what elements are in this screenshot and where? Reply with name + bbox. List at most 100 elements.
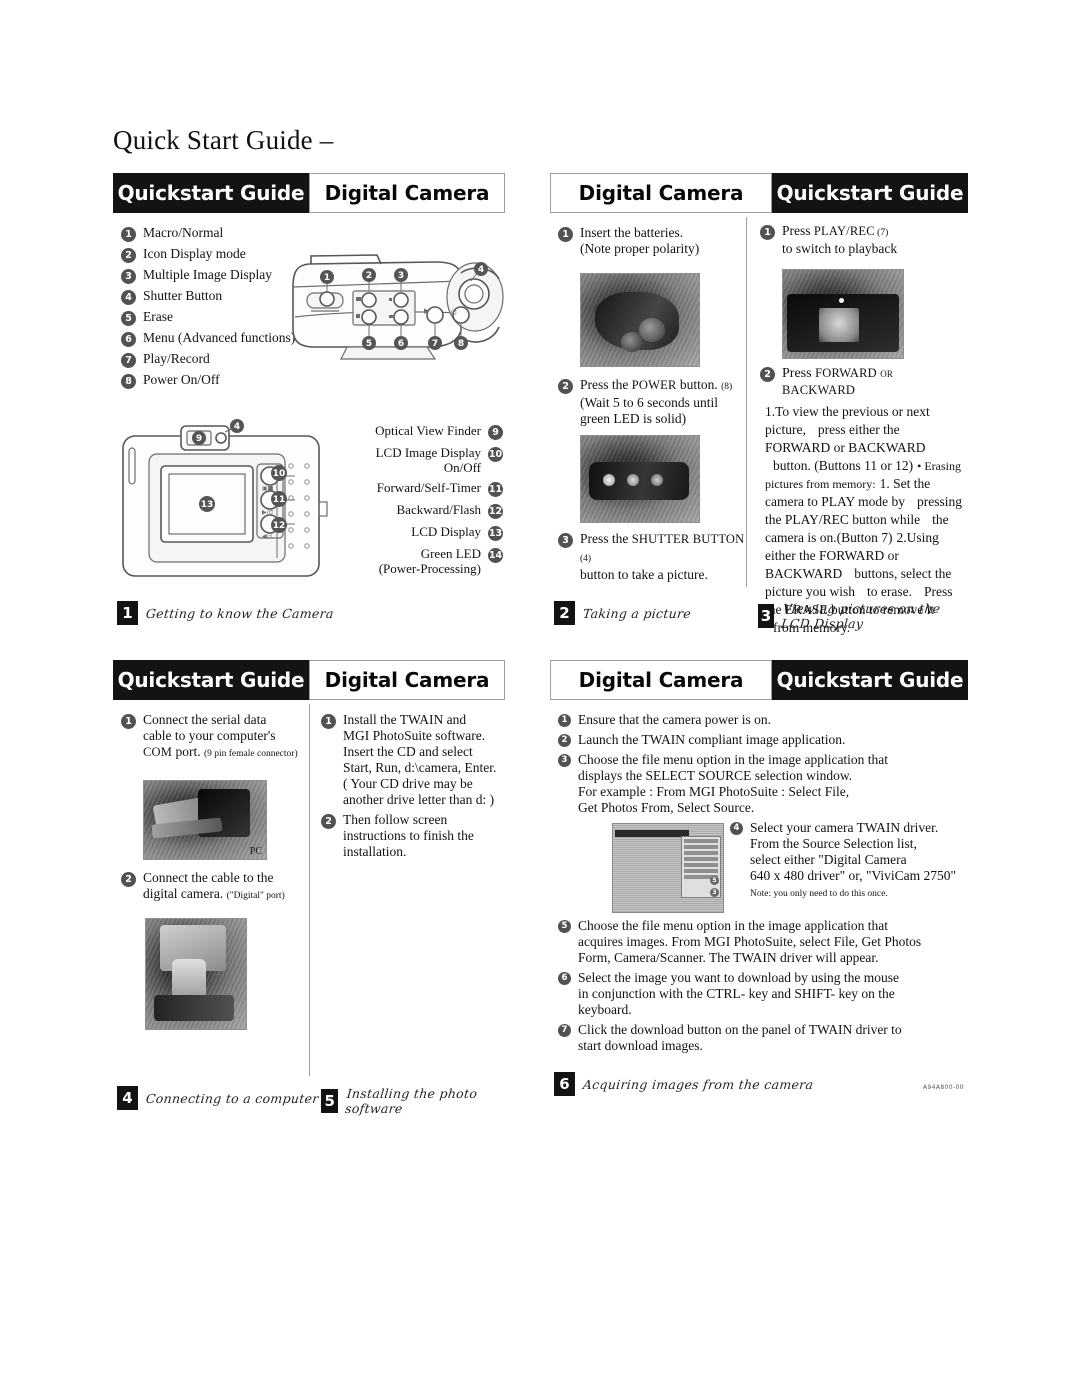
step-line: displays the SELECT SOURCE selection win…	[578, 768, 853, 783]
step-line: start download images.	[578, 1038, 703, 1053]
panel23-header: Digital Camera Quickstart Guide	[550, 173, 968, 213]
step-line: Choose the file menu option in the image…	[578, 918, 889, 933]
bullet-number: 4	[730, 822, 743, 835]
svg-text:4: 4	[478, 265, 484, 275]
step-line-3-smallcaps: COM	[143, 745, 173, 759]
step-line: 640 x 480 driver" or, "ViviCam 2750"	[750, 868, 957, 883]
thumb-badge: 3	[710, 888, 719, 897]
panel4-step2: 2 Connect the cable to the digital camer…	[121, 870, 307, 908]
panel-caption-text: Connecting to a computer	[145, 1090, 320, 1106]
svg-text:▣■: ▣■	[262, 485, 274, 492]
photo-serial-cable-to-pc: PC	[143, 780, 267, 860]
bullet-number: 1	[558, 714, 571, 727]
step-line: ( Your CD drive may be	[343, 776, 473, 791]
step-line-3-mid: port.	[172, 744, 204, 759]
svg-text:12: 12	[273, 521, 286, 531]
panel6-steps: 1 Ensure that the camera power is on. 2 …	[558, 712, 962, 820]
list-item: 2 Press the POWER button. (8) (Wait 5 to…	[558, 377, 746, 427]
step-line: Form, Camera/Scanner. The TWAIN driver w…	[578, 950, 879, 965]
panel3-step1: 1 Press PLAY/REC (7) to switch to playba…	[760, 223, 960, 261]
panel1-brand-product: Digital Camera	[309, 173, 505, 213]
bullet-number: 6	[121, 332, 136, 347]
panel45-brand-product: Digital Camera	[309, 660, 505, 700]
step-line-1-pre: Press the	[580, 377, 632, 392]
page-title: Quick Start Guide –	[113, 125, 334, 155]
step-line: Install the TWAIN and	[343, 712, 467, 727]
step-note: Note: you only need to do this once.	[750, 889, 888, 899]
panel-getting-to-know-the-camera: Quickstart Guide Digital Camera 1 Macro/N…	[113, 173, 505, 633]
step-line-2: to switch to playback	[782, 241, 898, 256]
svg-text:1: 1	[324, 273, 330, 283]
panel-caption-text: Viewing pictures on the LCD Display	[780, 601, 942, 631]
list-item-label: Macro/Normal	[143, 225, 224, 240]
svg-text:2: 2	[366, 271, 372, 281]
step-line: Start, Run, d:\camera, Enter.	[343, 760, 497, 775]
list-item: 7 Click the download button on the panel…	[558, 1022, 962, 1054]
list-item-label: Optical View Finder	[375, 423, 481, 438]
step-line: Select your camera TWAIN driver.	[750, 820, 939, 835]
panel-caption-text: Installing the photo software	[344, 1086, 479, 1116]
panel-number-badge: 6	[554, 1072, 575, 1096]
step-line: instructions to finish the	[343, 828, 474, 843]
list-item: 3 Choose the file menu option in the ima…	[558, 752, 962, 816]
bullet-number: 9	[488, 425, 503, 440]
bullet-number: 2	[558, 379, 573, 394]
list-item-label: LCD Display	[411, 524, 481, 539]
svg-text:6: 6	[398, 339, 404, 349]
bullet-number: 2	[121, 248, 136, 263]
panel3-caption: 3 Viewing pictures on the LCD Display	[758, 601, 968, 631]
list-item: LCD Display 13	[308, 524, 503, 541]
list-item: 2 Launch the TWAIN compliant image appli…	[558, 732, 962, 748]
panel2-caption: 2 Taking a picture	[554, 601, 692, 625]
panel45-header: Quickstart Guide Digital Camera	[113, 660, 505, 700]
panel2-steps: 1 Insert the batteries. (Note proper pol…	[558, 225, 740, 261]
list-item: Optical View Finder 9	[308, 423, 503, 440]
list-item: 1 Install the TWAIN and MGI PhotoSuite s…	[321, 712, 501, 808]
list-item: 4 Select your camera TWAIN driver. From …	[730, 820, 962, 902]
list-item-label: Choose the file menu option in the image…	[578, 752, 888, 816]
step-line-1-smallcaps: PLAY/REC	[813, 224, 875, 238]
step-line-1-post: button.	[676, 377, 722, 392]
list-item-label: Press the SHUTTER BUTTON (4) button to t…	[580, 531, 746, 583]
svg-text:◀/⚡: ◀/⚡	[262, 533, 273, 540]
svg-text:9: 9	[196, 434, 202, 444]
scanned-quickstart-sheet: Quickstart Guide Digital Camera 1 Macro/N…	[113, 173, 968, 1118]
panel3-step2: 2 Press FORWARD or BACKWARD 1.To view th…	[760, 365, 965, 637]
panel6-header: Digital Camera Quickstart Guide	[550, 660, 968, 700]
screenshot-select-source-menu: 5 3	[612, 823, 724, 913]
panel1-header: Quickstart Guide Digital Camera	[113, 173, 505, 213]
list-item-label: Menu (Advanced functions)	[143, 330, 296, 345]
list-item-label: Backward/Flash	[396, 502, 481, 517]
step-line: Insert the CD and select	[343, 744, 473, 759]
list-item-label: Green LED (Power-Processing)	[378, 546, 481, 576]
step-line-2: button to take a picture.	[580, 567, 708, 582]
bullet-number: 1	[121, 714, 136, 729]
bullet-number: 1	[760, 225, 775, 240]
list-item: 6 Select the image you want to download …	[558, 970, 962, 1018]
list-item: Backward/Flash 12	[308, 502, 503, 519]
panel-caption-text: Getting to know the Camera	[145, 605, 335, 621]
panel-caption-text: Taking a picture	[582, 605, 692, 621]
list-item: 2 Connect the cable to the digital camer…	[121, 870, 307, 904]
photo-press-power-button	[580, 435, 700, 523]
list-item-label: Press PLAY/REC (7) to switch to playback	[782, 223, 897, 257]
svg-text:▶/⏱: ▶/⏱	[262, 509, 274, 516]
panel6-step4: 4 Select your camera TWAIN driver. From …	[730, 820, 962, 906]
step-line: in conjunction with the CTRL- key and SH…	[578, 986, 895, 1001]
list-item: 8 Power On/Off	[121, 372, 336, 389]
list-item-label: Press FORWARD or BACKWARD	[782, 365, 965, 399]
step-line-1-ref: (8)	[721, 382, 733, 392]
bullet-number: 14	[488, 548, 503, 563]
list-item: 1 Insert the batteries. (Note proper pol…	[558, 225, 740, 257]
list-item-label: Launch the TWAIN compliant image applica…	[578, 732, 846, 747]
bullet-number: 13	[488, 526, 503, 541]
panel4-step1: 1 Connect the serial data cable to your …	[121, 712, 303, 766]
step-line-1: Insert the batteries.	[580, 225, 684, 240]
list-item-label: Ensure that the camera power is on.	[578, 712, 772, 727]
step-line-3-note: (9 pin female connector)	[203, 749, 298, 759]
step-line: MGI PhotoSuite software.	[343, 728, 486, 743]
svg-text:8: 8	[458, 339, 464, 349]
svg-text:4: 4	[234, 422, 240, 432]
panel5-steps: 1 Install the TWAIN and MGI PhotoSuite s…	[321, 712, 501, 864]
bullet-number: 2	[321, 814, 336, 829]
